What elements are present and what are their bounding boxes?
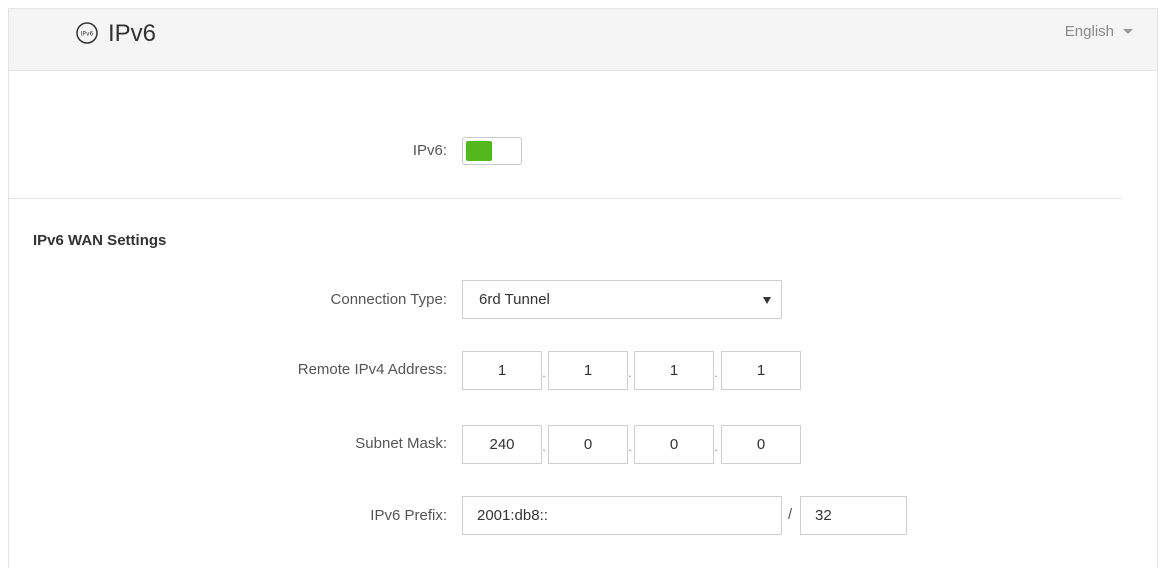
octet-separator: . — [628, 366, 632, 380]
language-label: English — [1064, 23, 1114, 40]
octet-separator: . — [714, 366, 718, 380]
connection-type-label: Connection Type: — [330, 291, 447, 308]
language-selector[interactable]: English — [1065, 23, 1133, 40]
remote-ipv4-octet-4[interactable]: 1 — [721, 351, 801, 390]
remote-ipv4-octet-3[interactable]: 1 — [634, 351, 714, 390]
ipv6-toggle-label: IPv6: — [412, 142, 447, 159]
remote-ipv4-label: Remote IPv4 Address: — [297, 361, 447, 378]
octet-separator: . — [714, 440, 718, 454]
octet-separator: . — [628, 440, 632, 454]
chevron-down-icon — [1123, 29, 1133, 34]
svg-text:IPv6: IPv6 — [81, 31, 94, 38]
section-divider — [9, 198, 1121, 199]
subnet-mask-octet-2[interactable]: 0 — [548, 425, 628, 464]
ipv6-prefix-length-input[interactable]: 32 — [800, 496, 907, 535]
connection-type-value: 6rd Tunnel — [479, 291, 550, 308]
connection-type-select[interactable]: 6rd Tunnel — [462, 280, 782, 319]
ipv6-prefix-label: IPv6 Prefix: — [370, 507, 447, 524]
dropdown-arrow-icon — [763, 297, 771, 304]
ipv6-prefix-input[interactable]: 2001:db8:: — [462, 496, 782, 535]
page-header: IPv6 IPv6 English — [9, 8, 1157, 71]
subnet-mask-octet-4[interactable]: 0 — [721, 425, 801, 464]
subnet-mask-octet-1[interactable]: 240 — [462, 425, 542, 464]
ipv6-toggle-switch[interactable] — [462, 137, 522, 165]
prefix-separator: / — [788, 506, 793, 523]
subnet-mask-label: Subnet Mask: — [355, 435, 447, 452]
wan-settings-heading: IPv6 WAN Settings — [33, 232, 167, 249]
toggle-on-indicator — [466, 141, 492, 161]
subnet-mask-octet-3[interactable]: 0 — [634, 425, 714, 464]
ipv6-badge-icon: IPv6 — [76, 22, 98, 44]
octet-separator: . — [542, 440, 546, 454]
remote-ipv4-octet-1[interactable]: 1 — [462, 351, 542, 390]
remote-ipv4-octet-2[interactable]: 1 — [548, 351, 628, 390]
page-title: IPv6 — [108, 20, 157, 47]
octet-separator: . — [542, 366, 546, 380]
